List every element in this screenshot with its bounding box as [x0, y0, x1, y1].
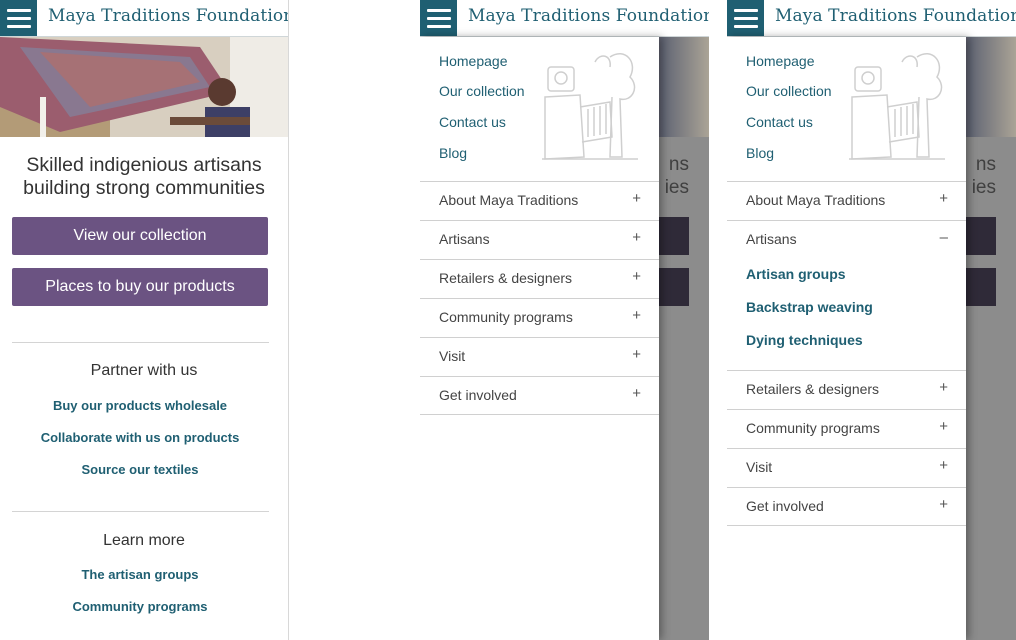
- site-title[interactable]: Maya Traditions Foundation: [468, 6, 709, 26]
- wholesale-link[interactable]: Buy our products wholesale: [0, 398, 280, 413]
- maya-glyph-illustration: [542, 53, 638, 160]
- accordion-retailers[interactable]: Retailers & designers +: [420, 259, 659, 298]
- menu-screen-expanded: Maya Traditions Foundation ns ies Homepa…: [727, 0, 1016, 640]
- accordion-community[interactable]: Community programs +: [727, 409, 966, 448]
- accordion-label: Community programs: [746, 420, 880, 436]
- dying-techniques-sublink[interactable]: Dying techniques: [746, 332, 863, 348]
- blog-link[interactable]: Blog: [746, 145, 774, 161]
- plus-icon[interactable]: +: [632, 229, 641, 246]
- site-title[interactable]: Maya Traditions Foundation: [775, 6, 1016, 26]
- artisan-groups-sublink[interactable]: Artisan groups: [746, 266, 846, 282]
- accordion-artisans-expanded[interactable]: Artisans – Artisan groups Backstrap weav…: [727, 220, 966, 371]
- weaver-photo: [0, 37, 288, 137]
- contact-us-link[interactable]: Contact us: [746, 114, 813, 130]
- community-programs-link[interactable]: Community programs: [0, 599, 280, 614]
- accordion-get-involved[interactable]: Get involved +: [727, 487, 966, 526]
- homepage-link[interactable]: Homepage: [439, 53, 508, 69]
- plus-icon[interactable]: +: [939, 496, 948, 513]
- accordion-label: About Maya Traditions: [746, 192, 886, 208]
- header-bar: Maya Traditions Foundation: [0, 0, 288, 37]
- accordion-label: Community programs: [439, 309, 573, 325]
- accordion-label: Visit: [746, 459, 773, 475]
- our-collection-link[interactable]: Our collection: [439, 83, 525, 99]
- accordion-about[interactable]: About Maya Traditions +: [727, 181, 966, 220]
- tagline-line-2: building strong communities: [23, 177, 265, 199]
- accordion-label: Retailers & designers: [439, 270, 573, 286]
- accordion-about[interactable]: About Maya Traditions +: [420, 181, 659, 220]
- nav-drawer: Homepage Our collection Contact us Blog …: [420, 37, 659, 640]
- site-title[interactable]: Maya Traditions Foundation: [48, 6, 288, 26]
- header-bar: Maya Traditions Foundation: [420, 0, 709, 37]
- accordion-label: Retailers & designers: [746, 381, 880, 397]
- plus-icon[interactable]: +: [632, 385, 641, 402]
- tagline: Skilled indigenious artisans building st…: [10, 154, 278, 200]
- accordion-community[interactable]: Community programs +: [420, 298, 659, 337]
- hamburger-menu-icon[interactable]: [0, 0, 37, 36]
- collaborate-link[interactable]: Collaborate with us on products: [0, 430, 280, 445]
- hero-image: [0, 37, 288, 137]
- dimmed-text: ns: [975, 154, 996, 175]
- minus-icon[interactable]: –: [940, 229, 948, 246]
- divider: [727, 525, 966, 526]
- accordion-retailers[interactable]: Retailers & designers +: [727, 370, 966, 409]
- plus-icon[interactable]: +: [632, 268, 641, 285]
- accordion-label: Visit: [439, 348, 466, 364]
- backstrap-weaving-sublink[interactable]: Backstrap weaving: [746, 299, 873, 315]
- accordion-label: Artisans: [439, 231, 490, 247]
- accordion-visit[interactable]: Visit +: [420, 337, 659, 376]
- plus-icon[interactable]: +: [632, 190, 641, 207]
- divider: [420, 414, 659, 415]
- dimmed-text: ies: [971, 177, 996, 198]
- contact-us-link[interactable]: Contact us: [439, 114, 506, 130]
- header-bar: Maya Traditions Foundation: [727, 0, 1016, 37]
- accordion-label: Get involved: [439, 387, 517, 403]
- home-screen: Maya Traditions Foundation Skilled indig…: [0, 0, 289, 640]
- hamburger-menu-icon[interactable]: [420, 0, 457, 36]
- places-to-buy-button[interactable]: Places to buy our products: [12, 268, 268, 306]
- learn-heading: Learn more: [103, 532, 185, 549]
- partner-heading: Partner with us: [90, 362, 198, 379]
- accordion-visit[interactable]: Visit +: [727, 448, 966, 487]
- divider: [12, 342, 269, 343]
- plus-icon[interactable]: +: [939, 190, 948, 207]
- blog-link[interactable]: Blog: [439, 145, 467, 161]
- accordion-get-involved[interactable]: Get involved +: [420, 376, 659, 415]
- dimmed-text: ns: [668, 154, 689, 175]
- plus-icon[interactable]: +: [632, 346, 641, 363]
- view-collection-button[interactable]: View our collection: [12, 217, 268, 255]
- nav-drawer: Homepage Our collection Contact us Blog …: [727, 37, 966, 640]
- plus-icon[interactable]: +: [939, 379, 948, 396]
- our-collection-link[interactable]: Our collection: [746, 83, 832, 99]
- accordion-artisans[interactable]: Artisans +: [420, 220, 659, 259]
- artisan-groups-link[interactable]: The artisan groups: [0, 567, 280, 582]
- maya-glyph-illustration: [849, 53, 945, 160]
- accordion-label: Get involved: [746, 498, 824, 514]
- accordion-label: About Maya Traditions: [439, 192, 579, 208]
- plus-icon[interactable]: +: [939, 457, 948, 474]
- plus-icon[interactable]: +: [939, 418, 948, 435]
- menu-screen-collapsed: Maya Traditions Foundation ns ies Homepa…: [420, 0, 709, 640]
- plus-icon[interactable]: +: [632, 307, 641, 324]
- dimmed-text: ies: [664, 177, 689, 198]
- hamburger-menu-icon[interactable]: [727, 0, 764, 36]
- source-textiles-link[interactable]: Source our textiles: [0, 462, 280, 477]
- accordion-label: Artisans: [746, 231, 797, 247]
- homepage-link[interactable]: Homepage: [746, 53, 815, 69]
- divider: [12, 511, 269, 512]
- tagline-line-1: Skilled indigenious artisans: [26, 154, 262, 176]
